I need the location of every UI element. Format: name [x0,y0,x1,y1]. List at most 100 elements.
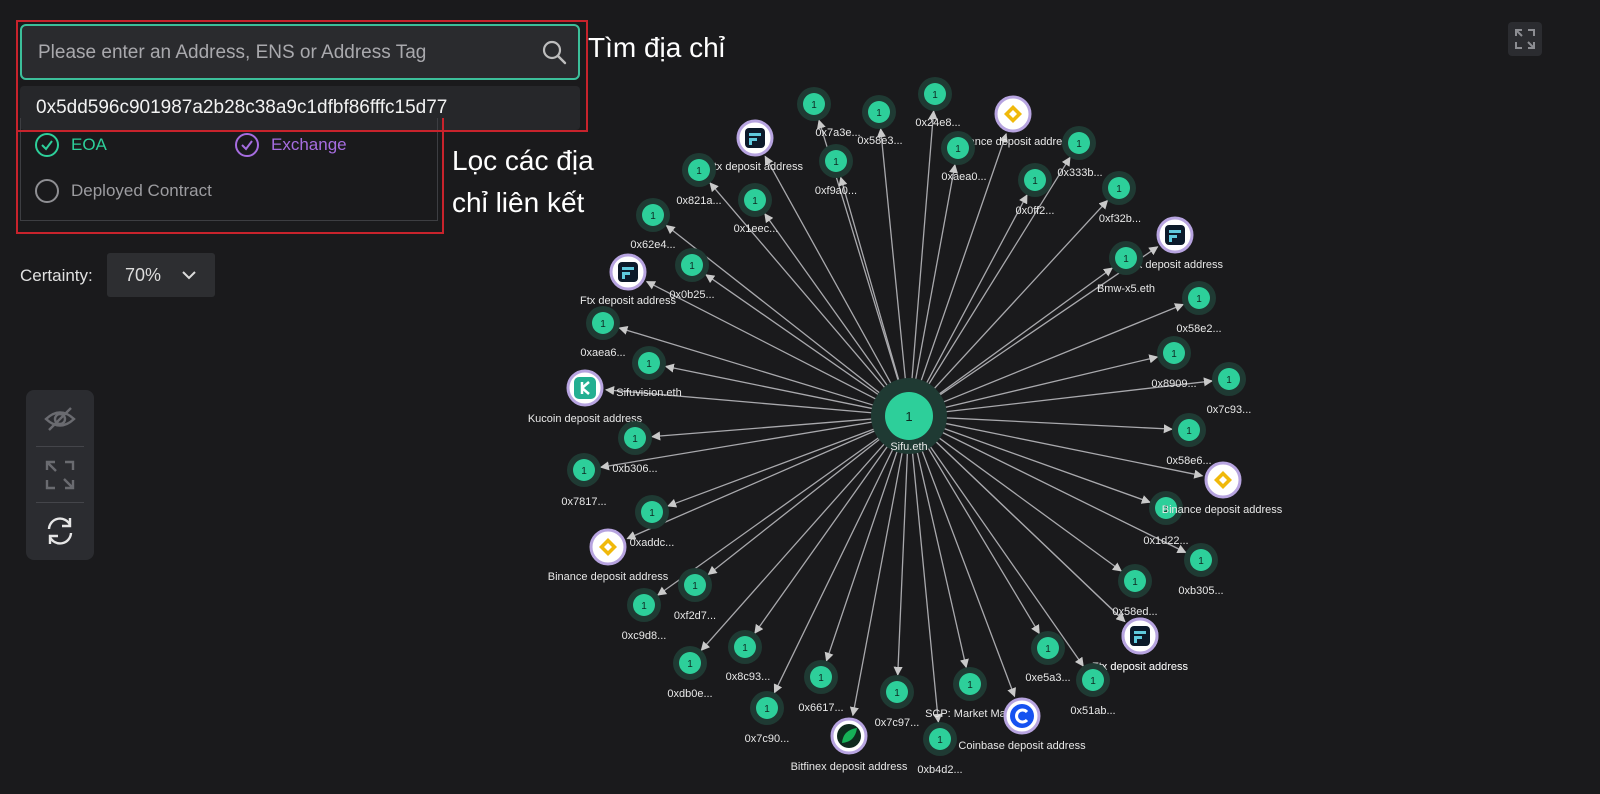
kucoin-icon [574,377,596,399]
graph-node[interactable]: 1 0x7c90... [745,691,790,745]
check-icon [235,133,259,157]
graph-node[interactable]: 1 0x6617... [798,660,844,714]
graph-node[interactable]: 1 0x0ff2... [1016,163,1055,217]
node-badge: 1 [811,100,817,111]
node-badge: 1 [687,659,693,670]
search-input[interactable] [36,26,520,80]
graph-edge [754,436,895,634]
center-node[interactable]: 1 Sifu.eth [871,378,947,454]
graph-node[interactable]: 1 0x7a3e... [797,87,861,139]
graph-node[interactable]: 1 0x58ed... [1112,564,1158,618]
node-badge: 1 [646,359,652,370]
graph-node[interactable]: 1 0xaddc... [630,495,675,549]
certainty-select[interactable]: 70% [107,253,215,297]
node-label: 0x8909... [1151,378,1196,390]
hide-button[interactable] [34,394,86,444]
graph-node[interactable]: 1 0xaea6... [580,306,626,359]
node-badge: 1 [742,643,748,654]
graph-node[interactable]: Ftx deposit address [1092,617,1188,673]
node-label: Sifuvision.eth [616,387,681,399]
graph-node[interactable]: 1 0xb306... [612,421,658,475]
graph-node[interactable]: 1 0x0b25... [669,248,715,301]
node-label: 0x7c97... [875,717,920,729]
center-node-label: Sifu.eth [890,441,927,453]
node-label: 0x24e8... [915,117,960,129]
graph-node[interactable]: 1 0xf9a0... [815,144,857,197]
node-label: 0x58e3... [857,135,902,147]
expand-icon [45,460,75,490]
graph-node[interactable]: Ftx deposit address [707,119,803,173]
node-label: 0xf2d7... [674,610,716,622]
node-badge: 1 [967,680,973,691]
graph-node[interactable]: 1 0xb305... [1178,543,1224,597]
graph-node[interactable]: 1 0x62e4... [630,198,676,251]
node-badge: 1 [1198,556,1204,567]
node-label: Kucoin deposit address [528,413,643,425]
node-label: 0xdb0e... [667,688,712,700]
graph-edge [929,267,1113,402]
graph-edge [707,431,889,576]
graph-node[interactable]: 1 0xc9d8... [622,588,667,642]
graph-node[interactable]: 1 0x7c93... [1207,362,1252,416]
graph-edge [934,354,1159,411]
node-label: 0x58ed... [1112,606,1157,618]
node-badge: 1 [581,466,587,477]
graph-edge [700,435,893,651]
chevron-down-icon [182,271,196,280]
node-badge: 1 [932,90,938,101]
filter-deployed-contract[interactable]: Deployed Contract [35,179,212,203]
node-label: 0x1eec... [734,223,779,235]
node-label: Coinbase deposit address [958,740,1086,752]
graph-node[interactable]: 1 0x58e6... [1166,413,1212,467]
graph-node[interactable]: 1 0x8909... [1151,336,1197,390]
node-label: 0x7c90... [745,733,790,745]
graph-node[interactable]: 1 0xdb0e... [667,646,713,700]
node-badge: 1 [1132,577,1138,588]
search-icon [542,40,567,64]
node-label: 0x1d22... [1143,535,1188,547]
graph-edge [773,439,899,694]
graph-node[interactable]: 1 0x58e2... [1176,281,1222,335]
node-label: Binance deposit address [1162,504,1283,516]
node-badge: 1 [1116,184,1122,195]
graph-node[interactable]: 1 Sifuvision.eth [616,346,682,399]
node-label: 0x7a3e... [815,127,860,139]
refresh-icon [47,517,73,545]
node-label: 0x8c93... [726,671,771,683]
graph-node[interactable]: 1 0x24e8... [915,77,961,129]
search-button[interactable] [534,36,568,70]
toolbar-divider [36,446,84,447]
graph-node[interactable]: 1 0x58e3... [857,95,903,147]
node-label: 0x7817... [561,496,606,508]
filter-exchange[interactable]: Exchange [235,133,347,157]
graph-node[interactable]: 1 0x7c97... [875,675,920,729]
graph-node[interactable]: 1 SCP: Market Ma... [925,667,1015,720]
filter-deployed-contract-label: Deployed Contract [71,181,212,200]
fullscreen-button[interactable] [1508,22,1542,56]
node-label: 0x58e6... [1166,455,1211,467]
graph-edge [626,425,886,540]
node-label: 0xb306... [612,463,657,475]
node-badge: 1 [955,144,961,155]
graph-node[interactable]: 1 0x333b... [1057,126,1103,179]
eye-off-icon [44,407,76,431]
graph-node[interactable]: 1 0xb4d2... [917,722,963,776]
graph-node[interactable]: Ftx deposit address [580,253,676,307]
graph-node[interactable]: 10x1d22... [1143,491,1189,547]
node-badge: 1 [1186,426,1192,437]
graph-node[interactable]: Coinbase deposit address [958,697,1086,752]
node-label: 0xaddc... [630,537,675,549]
graph-node[interactable]: 1 0x7817... [561,453,607,508]
node-badge: 1 [876,108,882,119]
graph-node[interactable]: 1 0x1eec... [734,183,779,235]
refresh-button[interactable] [34,506,86,556]
node-label: 0xaea6... [580,347,625,359]
graph-node[interactable]: 1 0xf2d7... [674,568,716,622]
graph-node[interactable]: 1 0xf32b... [1099,171,1141,225]
node-label: 0xe5a3... [1025,672,1070,684]
expand-button[interactable] [34,450,86,500]
graph-node[interactable]: 1 0x8c93... [726,630,771,683]
filter-eoa[interactable]: EOA [35,133,107,157]
graph-edge [933,424,1151,504]
node-label: Ftx deposit address [580,295,676,307]
